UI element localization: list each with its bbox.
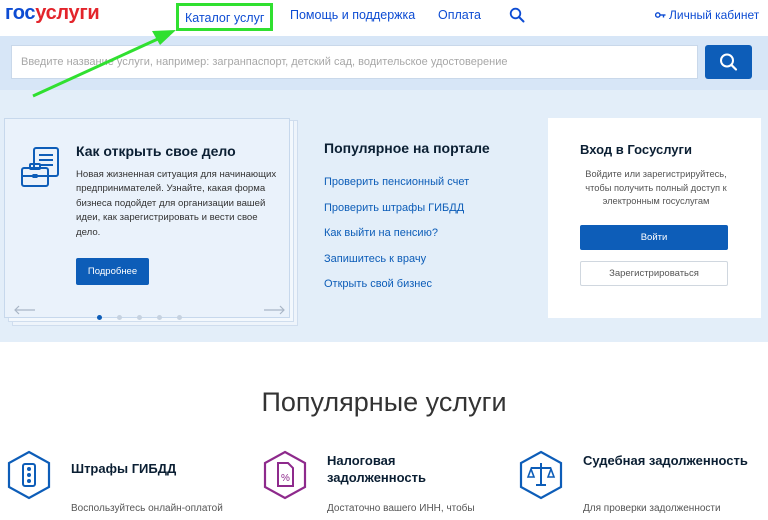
arrow-right-icon[interactable] <box>263 302 285 315</box>
carousel-dots <box>97 307 197 325</box>
services-title: Популярные услуги <box>261 387 507 417</box>
search-icon[interactable] <box>509 7 525 23</box>
service-desc: Воспользуйтесь онлайн-оплатой <box>71 503 223 514</box>
popular-title: Популярное на портале <box>324 140 490 156</box>
search-icon <box>720 53 738 71</box>
popular-link[interactable]: Проверить пенсионный счет <box>324 176 469 202</box>
carousel-dot[interactable] <box>137 315 142 320</box>
key-icon <box>654 11 666 22</box>
popular-link[interactable]: Как выйти на пенсию? <box>324 227 469 253</box>
service-name: Налоговая задолженность <box>327 453 426 485</box>
register-button[interactable]: Зарегистрироваться <box>580 261 728 286</box>
carousel-dot[interactable] <box>177 315 182 320</box>
popular-link[interactable]: Проверить штрафы ГИБДД <box>324 202 469 228</box>
service-name: Судебная задолженность <box>583 453 748 468</box>
service-name: Штрафы ГИБДД <box>71 461 177 476</box>
search-button[interactable] <box>705 45 752 79</box>
tax-document-icon: % <box>261 450 309 502</box>
service-desc: Для проверки задолженности <box>583 503 721 514</box>
nav-catalog-link[interactable]: Каталог услуг <box>176 3 274 31</box>
more-button[interactable]: Подробнее <box>76 258 149 285</box>
search-input[interactable] <box>11 45 698 79</box>
popular-links-list: Проверить пенсионный счет Проверить штра… <box>324 176 469 304</box>
header: госуслуги Каталог услуг Помощь и поддерж… <box>0 0 768 36</box>
carousel-dot[interactable] <box>157 315 162 320</box>
nav-payment-link[interactable]: Оплата <box>438 8 481 22</box>
popular-link[interactable]: Запишитесь к врачу <box>324 253 469 279</box>
login-text: Войдите или зарегистрируйтесь, чтобы пол… <box>585 169 727 206</box>
carousel-card-text: Новая жизненная ситуация для начинающих … <box>76 169 277 238</box>
nav-help-link[interactable]: Помощь и поддержка <box>290 8 415 22</box>
traffic-light-icon <box>5 450 53 502</box>
carousel-dot[interactable] <box>117 315 122 320</box>
login-title: Вход в Госуслуги <box>580 142 692 157</box>
personal-cabinet-label: Личный кабинет <box>669 8 760 22</box>
hero-section: Как открыть свое дело Новая жизненная си… <box>0 90 768 342</box>
carousel-card-title: Как открыть свое дело <box>76 143 236 159</box>
documents-briefcase-icon <box>18 144 66 192</box>
scales-icon <box>517 450 565 502</box>
gosuslugi-logo[interactable]: госуслуги <box>5 2 100 25</box>
service-desc: Достаточно вашего ИНН, чтобы <box>327 503 475 514</box>
search-band <box>0 36 768 90</box>
login-button[interactable]: Войти <box>580 225 728 250</box>
popular-link[interactable]: Открыть свой бизнес <box>324 278 469 304</box>
svg-text:%: % <box>281 473 290 484</box>
login-card: Вход в Госуслуги Войдите или зарегистрир… <box>548 118 761 318</box>
carousel-card: Как открыть свое дело Новая жизненная си… <box>4 118 290 320</box>
arrow-left-icon[interactable] <box>14 302 36 315</box>
personal-cabinet-link[interactable]: Личный кабинет <box>654 8 760 22</box>
carousel-dot[interactable] <box>97 315 102 320</box>
